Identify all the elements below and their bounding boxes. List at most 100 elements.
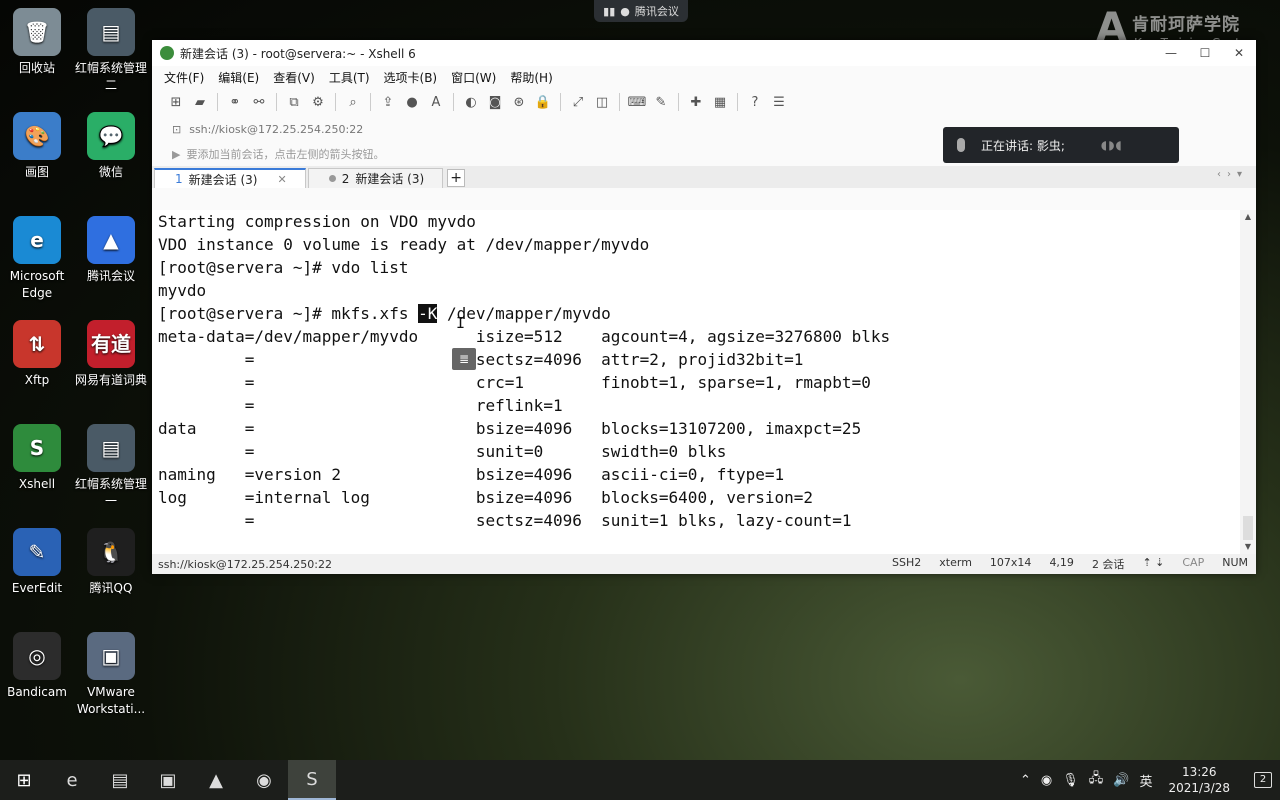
add-tab-button[interactable]: + xyxy=(447,169,466,187)
taskbar-edge-icon[interactable]: e xyxy=(48,760,96,800)
scroll-up-icon[interactable]: ▲ xyxy=(1240,210,1256,224)
close-button[interactable]: ✕ xyxy=(1222,46,1256,60)
tab-number: 2 xyxy=(341,171,350,186)
tab-bar: 1 新建会话 (3) ✕ 2 新建会话 (3) + ‹›▾ xyxy=(152,166,1256,188)
desktop-icon[interactable]: 💬 微信 xyxy=(74,112,148,181)
note-icon[interactable]: ≣ xyxy=(452,348,476,370)
terminal-output[interactable]: Starting compression on VDO myvdo VDO ins… xyxy=(152,210,1240,554)
volume-icon[interactable]: 🔊 xyxy=(1113,773,1129,788)
terminal-scrollbar[interactable]: ▲ ▼ xyxy=(1240,210,1256,554)
minimize-button[interactable]: — xyxy=(1154,46,1188,60)
ime-indicator[interactable]: 英 xyxy=(1139,771,1152,790)
script-icon[interactable]: ⊛ xyxy=(509,92,529,112)
chat-icon[interactable]: ☰ xyxy=(769,92,789,112)
compose-icon[interactable]: ✚ xyxy=(686,92,706,112)
pen-icon[interactable]: ✎ xyxy=(651,92,671,112)
menu-window[interactable]: 窗口(W) xyxy=(451,69,496,86)
menu-file[interactable]: 文件(F) xyxy=(164,69,204,86)
properties-icon[interactable]: ⚙ xyxy=(308,92,328,112)
clock-time: 13:26 xyxy=(1181,765,1217,779)
scroll-down-icon[interactable]: ▼ xyxy=(1240,540,1256,554)
desktop-icon[interactable]: 🗑 回收站 xyxy=(0,8,74,77)
network-icon[interactable]: 🖧 xyxy=(1089,769,1104,791)
menu-view[interactable]: 查看(V) xyxy=(273,69,315,86)
taskbar-explorer-icon[interactable]: ▤ xyxy=(96,760,144,800)
microphone-icon xyxy=(957,138,965,152)
taskbar-vmware-icon[interactable]: ▣ xyxy=(144,760,192,800)
unlink-icon[interactable]: ⚯ xyxy=(249,92,269,112)
app-icon: 🗑 xyxy=(13,8,61,56)
windows-start-icon[interactable]: ⊞ xyxy=(0,760,48,800)
terminal-line: log =internal log bsize=4096 blocks=6400… xyxy=(158,488,814,507)
desktop-icon-label: 红帽系统管理一 xyxy=(74,477,147,508)
tab-close-icon[interactable]: ✕ xyxy=(277,173,286,186)
desktop-icon[interactable]: 🐧 腾讯QQ xyxy=(74,528,148,597)
desktop-icon[interactable]: ⇅ Xftp xyxy=(0,320,74,389)
desktop-icon-label: 腾讯会议 xyxy=(86,269,135,283)
app-icon: ▲ xyxy=(87,216,135,264)
open-folder-icon[interactable]: ▰ xyxy=(190,92,210,112)
tab-number: 1 xyxy=(175,172,183,186)
desktop-icon[interactable]: ▤ 红帽系统管理二 xyxy=(74,8,148,94)
clock[interactable]: 13:26 2021/3/28 xyxy=(1168,764,1230,796)
desktop-icon[interactable]: ✎ EverEdit xyxy=(0,528,74,597)
microphone-icon[interactable]: 🎙 xyxy=(1062,773,1079,788)
taskbar-obs-icon[interactable]: ◉ xyxy=(240,760,288,800)
terminal-line: = sectsz=4096 sunit=1 blks, lazy-count=1 xyxy=(158,511,852,530)
status-arrows-icon[interactable]: ⇡ ⇣ xyxy=(1142,556,1164,572)
status-size: 107x14 xyxy=(989,556,1032,569)
meeting-status-bar[interactable]: ▮▮ ● 腾讯会议 xyxy=(594,0,688,22)
desktop-icon[interactable]: ◎ Bandicam xyxy=(0,632,74,701)
desktop-icon[interactable]: 🎨 画图 xyxy=(0,112,74,181)
layout-icon[interactable]: ▦ xyxy=(710,92,730,112)
title-bar[interactable]: 新建会话 (3) - root@servera:~ - Xshell 6 — ☐… xyxy=(152,40,1256,66)
bookmark-arrow-icon[interactable]: ▶ xyxy=(172,148,180,161)
tab-nav-arrows-icon[interactable]: ‹›▾ xyxy=(1217,169,1248,180)
keyboard-icon[interactable]: ⌨ xyxy=(627,92,647,112)
link-icon[interactable]: ⚭ xyxy=(225,92,245,112)
app-icon: 🎨 xyxy=(13,112,61,160)
menu-bar: 文件(F) 编辑(E) 查看(V) 工具(T) 选项卡(B) 窗口(W) 帮助(… xyxy=(152,66,1256,88)
maximize-button[interactable]: ☐ xyxy=(1188,46,1222,60)
taskbar: ⊞ e ▤ ▣ ▲ ◉ S ⌃ ◉ 🎙 🖧 🔊 英 13:26 2021/3/28 2 xyxy=(0,760,1280,800)
copy-icon[interactable]: ⧉ xyxy=(284,92,304,112)
record-icon[interactable]: ◉ xyxy=(1041,773,1052,788)
lock-icon[interactable]: 🔒 xyxy=(533,92,553,112)
desktop-icon[interactable]: 有道 网易有道词典 xyxy=(74,320,148,389)
search-icon[interactable]: ⌕ xyxy=(343,92,363,112)
menu-edit[interactable]: 编辑(E) xyxy=(218,69,259,86)
desktop-icon[interactable]: ▣ VMware Workstati... xyxy=(74,632,148,718)
desktop-icon-label: Xshell xyxy=(18,477,56,491)
notification-icon[interactable]: 2 xyxy=(1254,772,1272,788)
menu-tools[interactable]: 工具(T) xyxy=(329,69,370,86)
tab-session-1[interactable]: 1 新建会话 (3) ✕ xyxy=(154,168,306,188)
selected-text[interactable]: -K xyxy=(418,304,438,323)
app-icon: 💬 xyxy=(87,112,135,160)
help-icon[interactable]: ? xyxy=(745,92,765,112)
screenshot-icon[interactable]: ◙ xyxy=(485,92,505,112)
terminal-line: naming =version 2 bsize=4096 ascii-ci=0,… xyxy=(158,465,785,484)
xftp-icon[interactable]: ◐ xyxy=(461,92,481,112)
menu-tabs[interactable]: 选项卡(B) xyxy=(384,69,438,86)
taskbar-xshell-icon[interactable]: S xyxy=(288,760,336,800)
desktop-icon[interactable]: e Microsoft Edge xyxy=(0,216,74,302)
menu-help[interactable]: 帮助(H) xyxy=(510,69,552,86)
transfer-icon[interactable]: ⇪ xyxy=(378,92,398,112)
new-session-icon[interactable]: ⊞ xyxy=(166,92,186,112)
desktop-icon[interactable]: ▤ 红帽系统管理一 xyxy=(74,424,148,510)
app-icon: 🐧 xyxy=(87,528,135,576)
chevron-up-icon[interactable]: ⌃ xyxy=(1020,773,1031,788)
scroll-thumb[interactable] xyxy=(1243,516,1253,540)
transparency-icon[interactable]: ◫ xyxy=(592,92,612,112)
address-text: ssh://kiosk@172.25.254.250:22 xyxy=(189,122,364,136)
fullscreen-icon[interactable]: ⤢ xyxy=(568,92,588,112)
font-icon[interactable]: A xyxy=(426,92,446,112)
tab-status-icon xyxy=(328,175,336,182)
meeting-label: 腾讯会议 xyxy=(634,5,679,18)
desktop-icon[interactable]: S Xshell xyxy=(0,424,74,493)
color-icon[interactable]: ● xyxy=(402,92,422,112)
tab-session-2[interactable]: 2 新建会话 (3) xyxy=(307,168,444,188)
desktop-icon[interactable]: ▲ 腾讯会议 xyxy=(74,216,148,285)
signal-bars-icon: ▮▮ xyxy=(603,4,616,18)
taskbar-meeting-icon[interactable]: ▲ xyxy=(192,760,240,800)
